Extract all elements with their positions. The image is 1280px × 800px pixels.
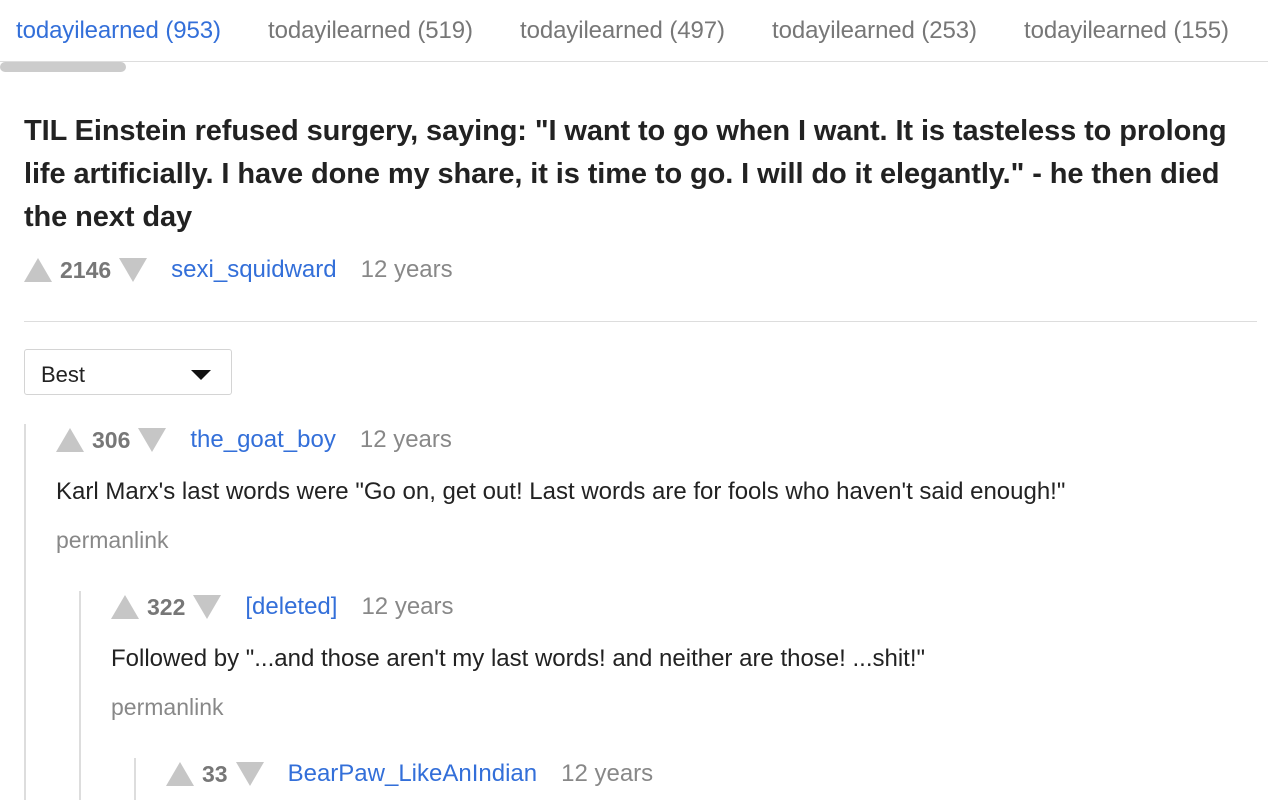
comment-age: 12 years — [561, 760, 654, 787]
post-age: 12 years — [360, 256, 453, 283]
tab-count: 497 — [663, 17, 725, 44]
tab-todayilearned-155[interactable]: todayilearned155 — [1024, 17, 1229, 45]
tab-todayilearned-519[interactable]: todayilearned519 — [268, 17, 473, 45]
thread-line-level-3[interactable] — [134, 758, 136, 800]
comment-meta: 306 the_goat_boy 12 years — [56, 424, 452, 456]
comment-author-link[interactable]: [deleted] — [245, 593, 337, 621]
tab-label: todayilearned — [1024, 17, 1167, 44]
downvote-arrow-icon[interactable] — [235, 762, 264, 786]
comment-meta: 322 [deleted] 12 years — [111, 591, 454, 623]
tab-count: 519 — [411, 17, 473, 44]
downvote-arrow-icon[interactable] — [138, 428, 167, 452]
upvote-arrow-icon[interactable] — [166, 762, 194, 786]
comment-body: Followed by "...and those aren't my last… — [111, 645, 926, 672]
comment-body: Karl Marx's last words were "Go on, get … — [56, 478, 1066, 505]
post-meta: 2146 sexi_squidward 12 years — [24, 254, 453, 286]
tab-todayilearned-253[interactable]: todayilearned253 — [772, 17, 977, 45]
tab-label: todayilearned — [16, 17, 159, 44]
tab-todayilearned-953[interactable]: todayilearned953 — [16, 17, 221, 45]
tab-count: 953 — [159, 17, 221, 44]
comment-score: 33 — [202, 760, 228, 787]
sort-selected-value: Best — [41, 362, 86, 387]
post-score: 2146 — [60, 256, 112, 283]
upvote-arrow-icon[interactable] — [56, 428, 84, 452]
post-title: TIL Einstein refused surgery, saying: "I… — [24, 115, 1227, 233]
tab-todayilearned-497[interactable]: todayilearned497 — [520, 17, 725, 45]
downvote-arrow-icon[interactable] — [193, 595, 222, 619]
comment-score: 306 — [92, 426, 131, 453]
upvote-arrow-icon[interactable] — [24, 258, 52, 282]
comment-author-link[interactable]: BearPaw_LikeAnIndian — [288, 760, 538, 788]
tab-label: todayilearned — [520, 17, 663, 44]
downvote-arrow-icon[interactable] — [119, 258, 148, 282]
tab-label: todayilearned — [268, 17, 411, 44]
right-edge-mask — [1268, 0, 1280, 800]
post-author-link[interactable]: sexi_squidward — [171, 256, 336, 284]
comment-meta: 33 BearPaw_LikeAnIndian 12 years — [166, 758, 653, 790]
permalink-link[interactable]: permanlink — [111, 694, 224, 721]
permalink-link[interactable]: permanlink — [56, 527, 169, 554]
tab-label: todayilearned — [772, 17, 915, 44]
tab-scrollbar[interactable] — [0, 62, 126, 72]
comment-sort-select[interactable]: Best — [24, 349, 232, 395]
tab-count: 253 — [915, 17, 977, 44]
tab-count: 155 — [1167, 17, 1229, 44]
comment-age: 12 years — [361, 593, 454, 620]
section-divider — [24, 321, 1257, 322]
thread-line-level-1[interactable] — [24, 424, 26, 800]
caret-down-icon — [191, 370, 211, 380]
comment-age: 12 years — [359, 426, 452, 453]
subreddit-tab-bar: todayilearned953 todayilearned519 todayi… — [0, 0, 1268, 62]
comment-author-link[interactable]: the_goat_boy — [190, 426, 335, 454]
upvote-arrow-icon[interactable] — [111, 595, 139, 619]
comment-score: 322 — [147, 593, 186, 620]
thread-line-level-2[interactable] — [79, 591, 81, 800]
